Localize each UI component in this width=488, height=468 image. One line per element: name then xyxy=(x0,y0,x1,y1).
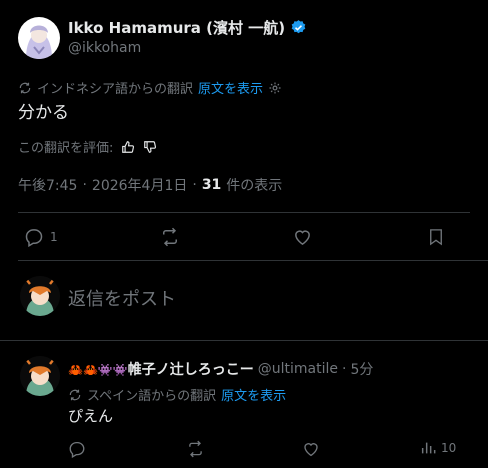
reply-show-original-link[interactable]: 原文を表示 xyxy=(221,385,286,404)
rate-translation-label: この翻訳を評価: xyxy=(18,141,114,156)
translation-source: インドネシア語からの翻訳 xyxy=(37,82,194,97)
gear-icon[interactable] xyxy=(268,81,282,95)
divider xyxy=(18,260,488,261)
meta-separator: · xyxy=(82,177,87,193)
views-count: 31 xyxy=(201,177,222,193)
translate-icon xyxy=(68,388,82,402)
reply-views-button[interactable]: 10 xyxy=(420,440,456,456)
post-body: 分かる xyxy=(18,103,69,123)
views-label: 件の表示 xyxy=(226,178,283,194)
reply-views-count: 10 xyxy=(441,441,457,455)
bookmark-icon xyxy=(427,227,445,247)
reply-like-button[interactable] xyxy=(302,440,320,458)
post-meta: 午後7:45 · 2026年4月1日 · 31 件の表示 xyxy=(18,175,282,195)
reply-translation-source: スペイン語からの翻訳 xyxy=(87,389,217,404)
reply-icon xyxy=(68,440,86,458)
reply-author-avatar[interactable] xyxy=(20,356,60,396)
translate-icon xyxy=(18,81,32,95)
meta-separator: · xyxy=(192,177,197,193)
reply-button[interactable]: 1 xyxy=(24,227,58,247)
author-name-row: Ikko Hamamura (濱村 一航) xyxy=(68,17,307,38)
reply-author-name[interactable]: 🦀🦀👾👾帷子ノ辻しろっこー xyxy=(68,359,254,379)
reply-translation-notice: スペイン語からの翻訳 原文を表示 xyxy=(68,385,286,404)
author-avatar[interactable] xyxy=(18,17,60,59)
translation-notice: インドネシア語からの翻訳 原文を表示 xyxy=(18,78,282,97)
reply-author-handle[interactable]: @ultimatile xyxy=(258,361,338,377)
repost-icon xyxy=(159,227,181,247)
analytics-icon xyxy=(420,440,436,456)
reply-icon xyxy=(24,227,44,247)
reply-repost-button[interactable] xyxy=(186,440,205,458)
divider xyxy=(0,340,488,341)
emoji-prefix: 🦀🦀👾👾 xyxy=(68,363,128,377)
reply-count: 1 xyxy=(50,230,58,244)
post-date[interactable]: 2026年4月1日 xyxy=(92,175,187,195)
show-original-link[interactable]: 原文を表示 xyxy=(198,78,263,97)
repost-button[interactable] xyxy=(159,227,181,247)
thumbs-up-icon[interactable] xyxy=(121,140,135,154)
author-handle[interactable]: @ikkoham xyxy=(68,40,141,56)
composer-avatar[interactable] xyxy=(20,276,60,316)
reply-display-name: 帷子ノ辻しろっこー xyxy=(127,362,254,378)
author-name[interactable]: Ikko Hamamura (濱村 一航) xyxy=(68,17,285,38)
rate-translation: この翻訳を評価: xyxy=(18,137,157,156)
verified-badge-icon xyxy=(290,19,307,36)
reply-time[interactable]: 5分 xyxy=(350,359,373,379)
divider xyxy=(18,212,470,213)
meta-separator: · xyxy=(342,361,347,377)
reply-body: ぴえん xyxy=(68,407,114,425)
like-icon xyxy=(292,227,313,247)
repost-icon xyxy=(186,440,205,458)
thumbs-down-icon[interactable] xyxy=(143,140,157,154)
bookmark-button[interactable] xyxy=(427,227,445,247)
post-time[interactable]: 午後7:45 xyxy=(18,175,77,195)
like-icon xyxy=(302,440,320,458)
like-button[interactable] xyxy=(292,227,313,247)
reply-input[interactable]: 返信をポスト xyxy=(68,285,176,311)
reply-header: 🦀🦀👾👾帷子ノ辻しろっこー @ultimatile · 5分 xyxy=(68,359,373,379)
reply-reply-button[interactable] xyxy=(68,440,86,458)
